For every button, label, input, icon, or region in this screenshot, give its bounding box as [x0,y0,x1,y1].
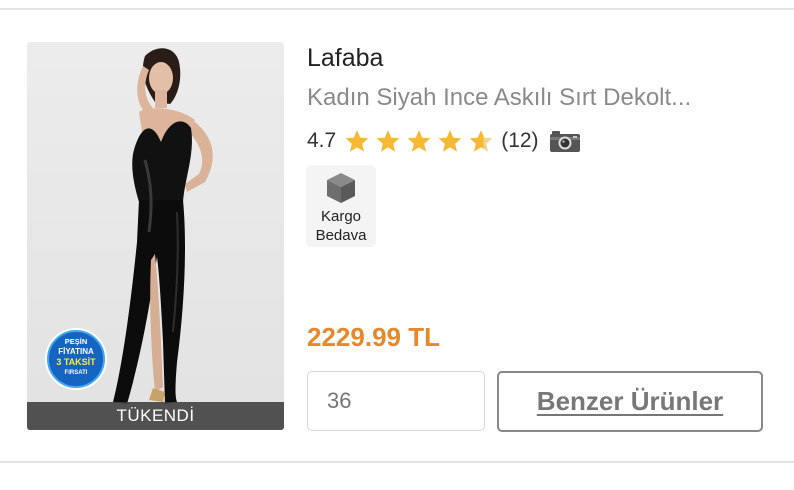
promo-line-4: FIRSATI [65,370,88,376]
product-brand[interactable]: Lafaba [307,44,383,73]
rating-row: 4.7 (12) [307,126,581,156]
badge-line-1: Kargo [320,208,362,225]
star-icon [345,130,369,152]
star-icon [438,130,462,152]
promo-installment-badge: PEŞİN FİYATINA 3 TAKSİT FIRSATI [45,328,107,390]
rating-value: 4.7 [307,129,337,152]
star-icon [407,130,431,152]
badge-line-2: Bedava [315,227,367,244]
product-image[interactable]: PEŞİN FİYATINA 3 TAKSİT FIRSATI TÜKENDİ [27,42,284,430]
promo-line-1: PEŞİN [65,337,88,346]
similar-products-button[interactable]: Benzer Ürünler [497,371,763,432]
star-icon [376,130,400,152]
top-divider [0,8,794,10]
product-price: 2229.99 TL [307,322,440,352]
sold-out-label: TÜKENDİ [27,402,284,430]
bottom-divider [0,461,794,463]
promo-line-2: FİYATINA [58,347,94,356]
size-input[interactable] [307,371,485,431]
package-box-icon [327,173,355,203]
star-half-icon [469,130,493,152]
review-count[interactable]: (12) [501,129,538,153]
camera-icon[interactable] [549,129,581,153]
star-rating [344,128,499,154]
free-shipping-badge: Kargo Bedava [306,165,376,247]
promo-line-3: 3 TAKSİT [56,357,96,367]
product-title[interactable]: Kadın Siyah Ince Askılı Sırt Dekolt... [307,84,767,112]
